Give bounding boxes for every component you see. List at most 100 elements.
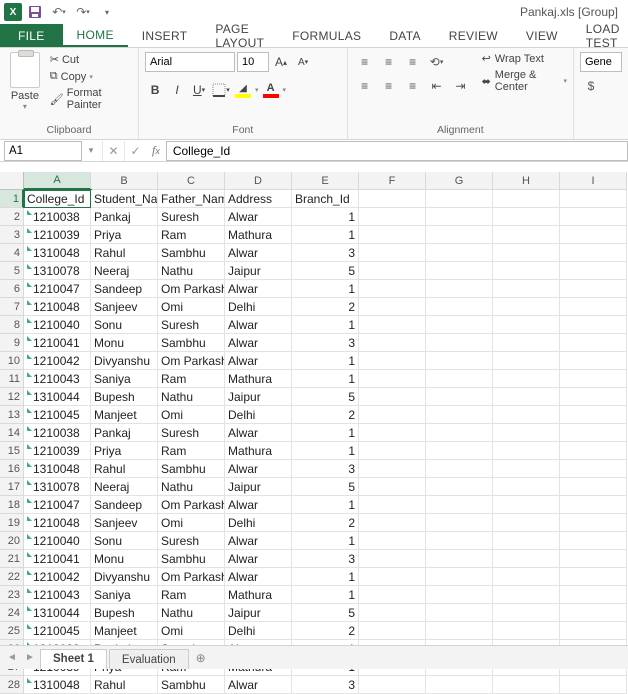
cell-A14[interactable]: 1210038 [24,424,91,442]
cell-C16[interactable]: Sambhu [158,460,225,478]
cell-H6[interactable] [493,280,560,298]
cell-I23[interactable] [560,586,627,604]
cell-H5[interactable] [493,262,560,280]
cell-E10[interactable]: 1 [292,352,359,370]
cell-C18[interactable]: Om Parkash [158,496,225,514]
increase-font-button[interactable]: A▴ [271,52,291,72]
cell-H11[interactable] [493,370,560,388]
cell-G6[interactable] [426,280,493,298]
row-header-10[interactable]: 10 [0,352,24,370]
cell-C4[interactable]: Sambhu [158,244,225,262]
cell-E25[interactable]: 2 [292,622,359,640]
cell-C22[interactable]: Om Parkash [158,568,225,586]
cell-H18[interactable] [493,496,560,514]
redo-button[interactable]: ↷▾ [72,2,94,22]
tab-view[interactable]: VIEW [512,24,572,47]
fx-icon[interactable]: fx [152,143,160,158]
align-right-button[interactable]: ≡ [402,76,424,96]
cell-C24[interactable]: Nathu [158,604,225,622]
cell-A7[interactable]: 1210048 [24,298,91,316]
cell-F7[interactable] [359,298,426,316]
sheet-nav-next[interactable]: ► [22,650,38,666]
cell-I8[interactable] [560,316,627,334]
cell-A16[interactable]: 1310048 [24,460,91,478]
sheet-tab-sheet1[interactable]: Sheet 1 [40,649,107,669]
cell-B11[interactable]: Saniya [91,370,158,388]
cell-G4[interactable] [426,244,493,262]
font-size-select[interactable] [237,52,269,72]
cell-F12[interactable] [359,388,426,406]
font-name-select[interactable] [145,52,235,72]
cell-B24[interactable]: Bupesh [91,604,158,622]
cell-F5[interactable] [359,262,426,280]
spreadsheet-grid[interactable]: ABCDEFGHI1College_IdStudent_NameFather_N… [0,172,628,694]
cell-D24[interactable]: Jaipur [225,604,292,622]
cell-F10[interactable] [359,352,426,370]
row-header-18[interactable]: 18 [0,496,24,514]
cell-G12[interactable] [426,388,493,406]
cell-H22[interactable] [493,568,560,586]
cell-F19[interactable] [359,514,426,532]
row-header-11[interactable]: 11 [0,370,24,388]
cell-F18[interactable] [359,496,426,514]
cell-I16[interactable] [560,460,627,478]
cell-D3[interactable]: Mathura [225,226,292,244]
cell-C3[interactable]: Ram [158,226,225,244]
cell-F28[interactable] [359,676,426,694]
cell-I5[interactable] [560,262,627,280]
column-header-F[interactable]: F [359,172,426,190]
tab-data[interactable]: DATA [375,24,434,47]
save-button[interactable] [24,2,46,22]
cell-B20[interactable]: Sonu [91,532,158,550]
row-header-13[interactable]: 13 [0,406,24,424]
cell-I13[interactable] [560,406,627,424]
cell-D13[interactable]: Delhi [225,406,292,424]
cell-H12[interactable] [493,388,560,406]
cell-D15[interactable]: Mathura [225,442,292,460]
cell-A12[interactable]: 1310044 [24,388,91,406]
cell-F23[interactable] [359,586,426,604]
cell-C25[interactable]: Omi [158,622,225,640]
cell-F17[interactable] [359,478,426,496]
cell-E22[interactable]: 1 [292,568,359,586]
cell-B23[interactable]: Saniya [91,586,158,604]
cell-G23[interactable] [426,586,493,604]
cell-E16[interactable]: 3 [292,460,359,478]
cell-I12[interactable] [560,388,627,406]
cell-H13[interactable] [493,406,560,424]
cell-C20[interactable]: Suresh [158,532,225,550]
cell-A4[interactable]: 1310048 [24,244,91,262]
cell-E15[interactable]: 1 [292,442,359,460]
cell-E6[interactable]: 1 [292,280,359,298]
cut-button[interactable]: ✂ Cut [48,52,132,67]
cell-E1[interactable]: Branch_Id [292,190,359,208]
qat-customize-button[interactable]: ▾ [96,2,118,22]
cell-E7[interactable]: 2 [292,298,359,316]
fill-color-button[interactable]: ◢ [233,80,253,100]
cell-H10[interactable] [493,352,560,370]
cell-A15[interactable]: 1210039 [24,442,91,460]
italic-button[interactable]: I [167,80,187,100]
row-header-9[interactable]: 9 [0,334,24,352]
cell-A5[interactable]: 1310078 [24,262,91,280]
cell-G13[interactable] [426,406,493,424]
cell-F6[interactable] [359,280,426,298]
row-header-20[interactable]: 20 [0,532,24,550]
cell-G9[interactable] [426,334,493,352]
cell-D25[interactable]: Delhi [225,622,292,640]
cell-H16[interactable] [493,460,560,478]
cell-I6[interactable] [560,280,627,298]
tab-formulas[interactable]: FORMULAS [278,24,375,47]
cell-G18[interactable] [426,496,493,514]
cell-I17[interactable] [560,478,627,496]
cell-G19[interactable] [426,514,493,532]
cell-C17[interactable]: Nathu [158,478,225,496]
cell-B13[interactable]: Manjeet [91,406,158,424]
column-header-E[interactable]: E [292,172,359,190]
cell-F25[interactable] [359,622,426,640]
cell-C11[interactable]: Ram [158,370,225,388]
cell-D6[interactable]: Alwar [225,280,292,298]
cell-H17[interactable] [493,478,560,496]
cell-H15[interactable] [493,442,560,460]
cell-H9[interactable] [493,334,560,352]
